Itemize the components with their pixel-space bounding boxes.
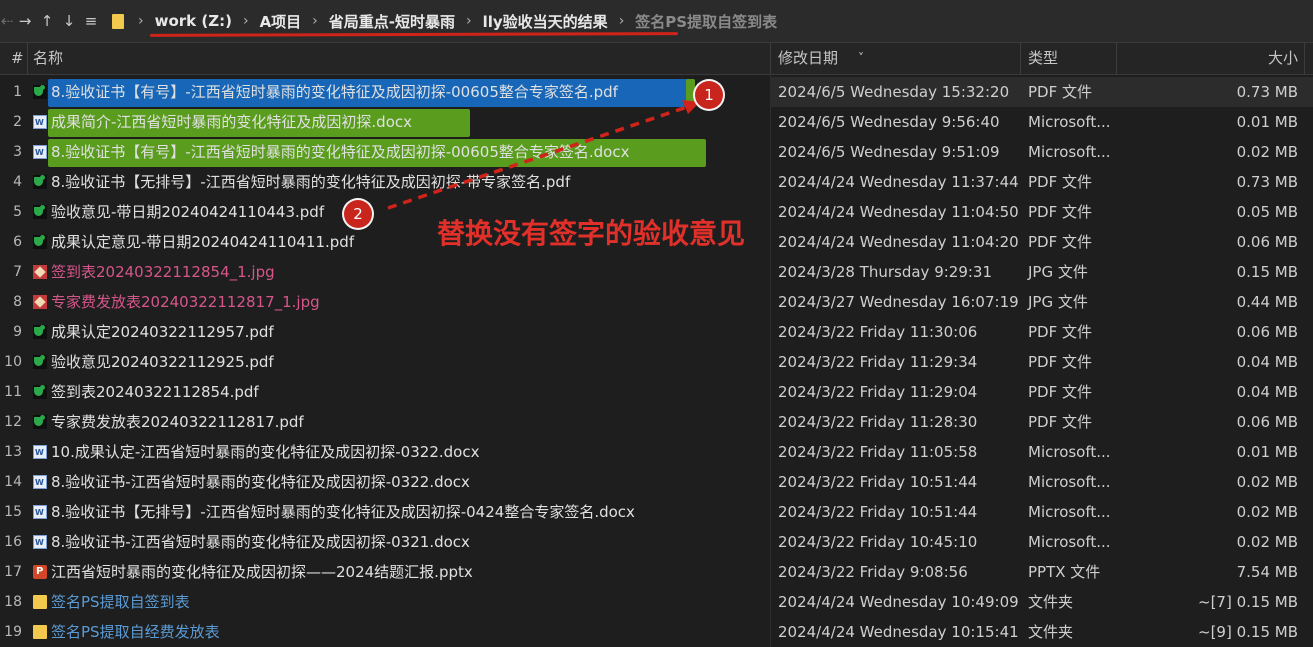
annotation-badge-1: 1 (695, 81, 723, 109)
annotation-note: 替换没有签字的验收意见 (437, 217, 746, 250)
annotation-badge-2: 2 (344, 200, 372, 228)
annotation-arrow (387, 100, 700, 210)
